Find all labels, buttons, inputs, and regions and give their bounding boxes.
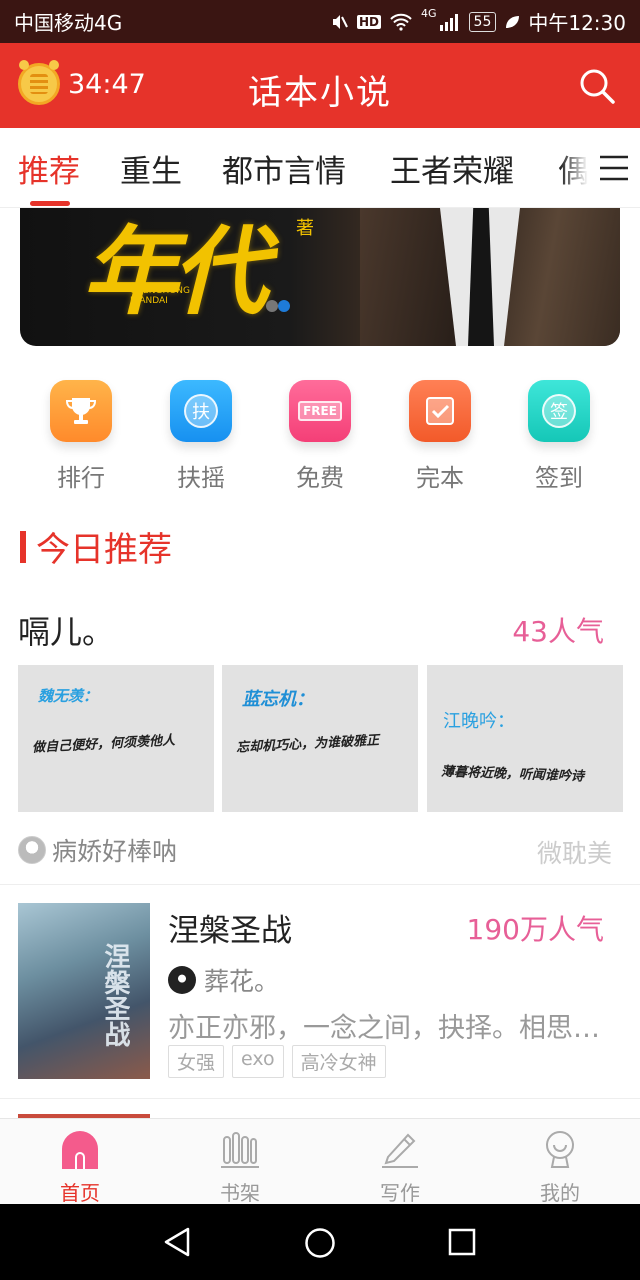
- quick-links: 排行 扶 扶摇 FREE 免费 完本 签 签到: [0, 380, 640, 493]
- category-tabs: 推荐 重生 都市言情 王者荣耀 偶: [0, 128, 640, 208]
- bottom-nav: 首页 书架 写作 我的: [0, 1118, 640, 1206]
- more-tabs-button[interactable]: [560, 128, 640, 207]
- image-caption-title: 蓝忘机：: [242, 689, 314, 710]
- featured-image[interactable]: 蓝忘机： 忘却机巧心，为谁破雅正: [222, 665, 418, 812]
- battery-icon: 55: [468, 11, 497, 32]
- featured-images[interactable]: 魏无羡： 做自己便好，何须羡他人 蓝忘机： 忘却机巧心，为谁破雅正 江晚吟： 薄…: [18, 665, 623, 812]
- banner-title: 年代: [82, 215, 268, 328]
- quick-ranking-label: 排行: [57, 464, 105, 492]
- home-icon: [58, 1127, 102, 1171]
- nav-home-label: 首页: [60, 1181, 100, 1205]
- featured-author[interactable]: 病娇好棒呐: [18, 832, 177, 868]
- image-caption-line: 忘却机巧心，为谁破雅正: [235, 733, 380, 756]
- book-popularity: 190万人气: [466, 913, 604, 946]
- fuyao-icon: 扶: [170, 380, 232, 442]
- featured-title[interactable]: 嗝儿。: [18, 607, 114, 653]
- book-author-name: 葬花。: [204, 967, 280, 996]
- quick-fuyao-label: 扶摇: [177, 464, 225, 492]
- book-description: 亦正亦邪，一念之间，抉择。相思…: [168, 1013, 600, 1044]
- book-cover[interactable]: 涅槃圣战: [18, 903, 150, 1079]
- carrier-label: 中国移动4G: [14, 11, 123, 35]
- quick-completed-label: 完本: [416, 464, 464, 492]
- quick-free-label: 免费: [296, 464, 344, 492]
- carousel-dot[interactable]: [266, 300, 278, 312]
- tag[interactable]: exo: [232, 1045, 284, 1078]
- nav-profile[interactable]: 我的: [500, 1127, 620, 1206]
- pen-icon: [378, 1127, 422, 1171]
- quick-completed[interactable]: 完本: [390, 380, 490, 493]
- featured-image[interactable]: 魏无羡： 做自己便好，何须羡他人: [18, 665, 214, 812]
- quick-ranking[interactable]: 排行: [31, 380, 131, 493]
- home-circle-icon[interactable]: [304, 1227, 336, 1259]
- nav-bookshelf-label: 书架: [220, 1181, 260, 1205]
- app-header: 34:47 话本小说: [0, 43, 640, 128]
- image-caption-title: 魏无羡：: [38, 687, 99, 705]
- status-bar: 中国移动4G HD 4G 55 中午12:30: [0, 0, 640, 43]
- hd-badge: HD: [356, 14, 381, 29]
- status-icons: HD 4G 55 中午12:30: [329, 7, 626, 36]
- nav-write[interactable]: 写作: [340, 1127, 460, 1206]
- tag[interactable]: 高冷女神: [291, 1045, 386, 1078]
- quick-fuyao[interactable]: 扶 扶摇: [151, 380, 251, 493]
- trophy-icon: [50, 380, 112, 442]
- free-icon: FREE: [289, 380, 351, 442]
- search-icon[interactable]: [578, 67, 616, 105]
- book-tags: 女强 exo 高冷女神: [168, 1045, 386, 1078]
- signal-icon: [439, 13, 458, 31]
- quick-signin-label: 签到: [535, 464, 583, 492]
- image-caption-line: 做自己便好，何须羡他人: [31, 733, 176, 756]
- nav-write-label: 写作: [380, 1181, 420, 1205]
- tab-urban-romance[interactable]: 都市言情: [222, 146, 346, 191]
- featured-category: 微耽美: [536, 839, 612, 868]
- divider: [0, 1098, 640, 1099]
- book-cover-title: 涅槃圣战: [100, 943, 130, 1047]
- banner-author-mark: 著: [296, 218, 314, 239]
- mute-icon: [332, 14, 348, 29]
- profile-icon: [538, 1127, 582, 1171]
- tab-honor-of-kings[interactable]: 王者荣耀: [390, 146, 514, 191]
- recents-icon[interactable]: [448, 1228, 476, 1256]
- book-title[interactable]: 涅槃圣战: [168, 905, 292, 950]
- system-nav-bar: [0, 1204, 640, 1280]
- bookshelf-icon: [218, 1127, 262, 1171]
- fuyao-glyph: 扶: [184, 394, 218, 428]
- nav-profile-label: 我的: [540, 1181, 580, 1205]
- section-marker: [20, 530, 26, 563]
- section-title: 今日推荐: [36, 530, 172, 570]
- banner-subtitle: CHENGHONG NIANDAI: [130, 286, 191, 306]
- promo-banner[interactable]: 年代 著 CHENGHONG NIANDAI: [20, 208, 620, 346]
- back-icon[interactable]: [162, 1226, 192, 1258]
- check-icon: [409, 380, 471, 442]
- carousel-dot-active[interactable]: [278, 300, 290, 312]
- divider: [0, 884, 640, 885]
- nav-home[interactable]: 首页: [20, 1127, 140, 1206]
- nav-bookshelf[interactable]: 书架: [180, 1127, 300, 1206]
- quick-free[interactable]: FREE 免费: [270, 380, 370, 493]
- tab-recommend[interactable]: 推荐: [18, 146, 80, 191]
- featured-image[interactable]: 江晚吟： 薄暮将近晚，听闻谁吟诗: [427, 665, 623, 812]
- quick-signin[interactable]: 签 签到: [509, 380, 609, 493]
- section-header: 今日推荐: [20, 522, 172, 571]
- featured-author-name: 病娇好棒呐: [52, 837, 178, 866]
- wifi-icon: [390, 13, 412, 31]
- book-author[interactable]: 葬花。: [168, 962, 279, 998]
- image-caption-title: 江晚吟：: [443, 711, 515, 732]
- menu-icon: [600, 155, 628, 180]
- tag[interactable]: 女强: [168, 1045, 225, 1078]
- image-caption-line: 薄暮将近晚，听闻谁吟诗: [440, 764, 585, 785]
- network-label: 4G: [421, 7, 437, 20]
- clock: 中午12:30: [528, 11, 626, 35]
- avatar: [168, 966, 196, 994]
- featured-popularity: 43人气: [512, 615, 604, 648]
- free-glyph: FREE: [298, 401, 342, 421]
- leaf-icon: [506, 15, 520, 28]
- signin-icon: 签: [528, 380, 590, 442]
- app-title: 话本小说: [248, 73, 392, 113]
- avatar: [18, 836, 46, 864]
- active-tab-indicator: [30, 201, 70, 206]
- tab-rebirth[interactable]: 重生: [120, 146, 182, 191]
- signin-glyph: 签: [542, 394, 576, 428]
